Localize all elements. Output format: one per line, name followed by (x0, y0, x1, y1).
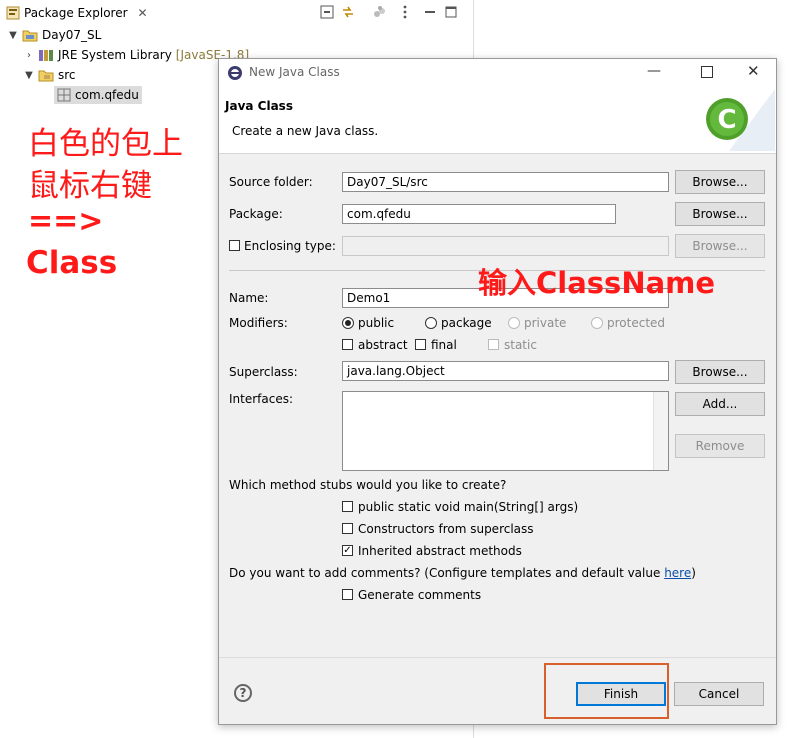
collapse-caret-icon[interactable]: › (24, 50, 34, 61)
package-label: com.qfedu (75, 88, 139, 102)
source-folder-icon (38, 70, 54, 82)
maximize-window-icon[interactable] (701, 66, 713, 78)
dialog-banner: Java Class Create a new Java class. C (219, 87, 776, 154)
interfaces-list[interactable] (342, 391, 669, 471)
superclass-field[interactable]: java.lang.Object (342, 361, 669, 381)
public-radio[interactable] (342, 317, 354, 329)
final-checkbox[interactable] (415, 339, 426, 350)
close-window-icon[interactable]: ✕ (747, 62, 760, 80)
inherited-stub-checkbox[interactable]: ✓ (342, 545, 353, 556)
project-label: Day07_SL (42, 28, 102, 42)
footer-separator (219, 657, 776, 658)
package-label: Package: (229, 207, 283, 221)
tab-package-explorer[interactable]: Package Explorer ✕ (6, 3, 148, 23)
private-radio (508, 317, 520, 329)
package-icon (57, 88, 71, 102)
abstract-label: abstract (358, 338, 408, 352)
interfaces-scrollbar[interactable] (653, 392, 668, 470)
dialog-titlebar: New Java Class — ✕ (219, 59, 776, 87)
browse-package-button[interactable]: Browse... (675, 202, 765, 226)
tab-label: Package Explorer (24, 6, 128, 20)
comments-question: Do you want to add comments? (Configure … (229, 566, 696, 580)
inherited-stub-label: Inherited abstract methods (358, 544, 522, 558)
tree-item-project[interactable]: ▼ Day07_SL (8, 26, 101, 44)
minimize-icon[interactable] (423, 5, 437, 19)
expand-caret-icon[interactable]: ▼ (8, 30, 18, 41)
generate-comments-label: Generate comments (358, 588, 482, 602)
main-stub-checkbox[interactable] (342, 501, 353, 512)
final-label: final (431, 338, 457, 352)
library-icon (39, 50, 53, 61)
remove-interface-button: Remove (675, 434, 765, 458)
collapse-all-icon[interactable] (320, 5, 334, 19)
focus-icon[interactable] (372, 5, 386, 19)
eclipse-icon (228, 66, 242, 80)
protected-radio (591, 317, 603, 329)
method-stubs-question: Which method stubs would you like to cre… (229, 478, 507, 492)
tree-item-src[interactable]: ▼ src (24, 66, 76, 84)
comments-question-tail: ) (691, 566, 696, 580)
private-label: private (524, 316, 567, 330)
constructors-stub-label: Constructors from superclass (358, 522, 534, 536)
comments-question-text: Do you want to add comments? (Configure … (229, 566, 665, 580)
new-java-class-dialog: New Java Class — ✕ Java Class Create a n… (218, 58, 777, 725)
superclass-label: Superclass: (229, 365, 298, 379)
generate-comments-checkbox[interactable] (342, 589, 353, 600)
dialog-heading: Java Class (225, 99, 293, 113)
expand-caret-icon[interactable]: ▼ (24, 70, 34, 81)
finish-button[interactable]: Finish (576, 682, 666, 706)
tree-item-package[interactable]: com.qfedu (54, 86, 142, 104)
jre-label: JRE System Library (58, 48, 172, 62)
package-field[interactable]: com.qfedu (342, 204, 616, 224)
source-folder-label: Source folder: (229, 175, 313, 189)
annotation-class: Class (26, 245, 118, 281)
static-checkbox (488, 339, 499, 350)
maximize-icon[interactable] (444, 5, 458, 19)
public-label: public (358, 316, 395, 330)
dialog-title: New Java Class (249, 65, 340, 79)
enclosing-type-checkbox[interactable] (229, 240, 240, 251)
package-explorer-icon (6, 6, 20, 20)
configure-templates-link[interactable]: here (664, 566, 691, 580)
package-radio[interactable] (425, 317, 437, 329)
view-menu-icon[interactable] (398, 5, 412, 19)
tree-item-jre[interactable]: › JRE System Library [JavaSE-1.8] (24, 46, 249, 64)
dialog-subheading: Create a new Java class. (232, 124, 379, 138)
abstract-checkbox[interactable] (342, 339, 353, 350)
minimize-window-icon[interactable]: — (647, 63, 661, 79)
src-label: src (58, 68, 76, 82)
annotation-arrow: ==> (28, 204, 104, 239)
enclosing-type-field (342, 236, 669, 256)
cancel-button[interactable]: Cancel (674, 682, 764, 706)
project-folder-icon (22, 30, 38, 42)
classname-annotation: 输入ClassName (478, 266, 716, 300)
main-stub-label: public static void main(String[] args) (358, 500, 579, 514)
enclosing-type-label: Enclosing type: (244, 239, 336, 253)
annotation-line-1: 白色的包上 (28, 126, 183, 162)
package-modifier-label: package (441, 316, 492, 330)
help-icon[interactable]: ? (234, 684, 252, 702)
source-folder-field[interactable]: Day07_SL/src (342, 172, 669, 192)
browse-enclosing-button: Browse... (675, 234, 765, 258)
svg-text:C: C (717, 105, 736, 135)
link-with-editor-icon[interactable] (341, 5, 355, 19)
protected-label: protected (607, 316, 666, 330)
close-icon[interactable]: ✕ (138, 6, 148, 20)
annotation-line-2: 鼠标右键 (28, 168, 152, 204)
name-label: Name: (229, 291, 269, 305)
modifiers-label: Modifiers: (229, 316, 288, 330)
browse-source-folder-button[interactable]: Browse... (675, 170, 765, 194)
constructors-stub-checkbox[interactable] (342, 523, 353, 534)
static-label: static (504, 338, 537, 352)
add-interface-button[interactable]: Add... (675, 392, 765, 416)
new-class-wizard-icon: C (706, 89, 775, 151)
interfaces-label: Interfaces: (229, 392, 294, 406)
browse-superclass-button[interactable]: Browse... (675, 360, 765, 384)
